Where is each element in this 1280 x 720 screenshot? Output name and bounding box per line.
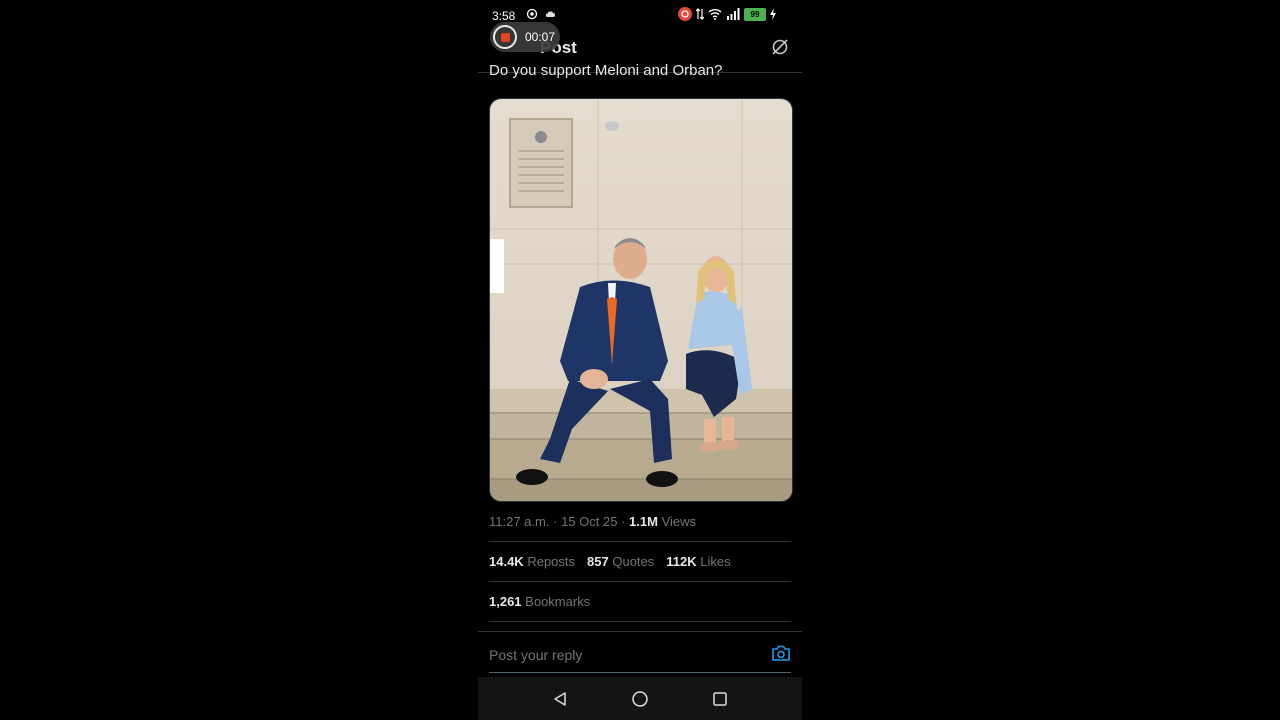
status-icons: 99 [678,7,776,21]
quotes-count: 857 [587,554,609,569]
back-button[interactable] [548,687,572,711]
photo-illustration [490,99,792,501]
signal-icon [727,8,740,20]
post-metadata: 11:27 a.m. · 15 Oct 25 · 1.1M Views [489,514,696,529]
status-time: 3:58 [492,9,516,23]
cloud-icon [545,11,555,17]
post-date: 15 Oct 25 [561,514,618,529]
reposts-label: Reposts [527,554,576,569]
reposts-stat[interactable]: 14.4K Reposts [489,554,575,569]
reply-input[interactable]: Post your reply [489,647,582,663]
system-nav-bar [478,677,802,720]
screen-recorder-pill[interactable]: 00:07 [490,22,560,52]
bookmarks-count: 1,261 [489,594,522,609]
divider [489,541,791,542]
likes-stat[interactable]: 112K Likes [666,554,730,569]
likes-label: Likes [700,554,731,569]
recording-timer: 00:07 [525,30,556,44]
stop-icon [500,32,510,42]
home-button[interactable] [628,687,652,711]
divider [489,621,791,622]
quotes-label: Quotes [612,554,655,569]
wifi-icon [708,9,722,20]
data-transfer-icon [696,8,704,20]
views-count: 1.1M [629,514,658,529]
charging-icon [770,8,776,20]
bookmarks-stat[interactable]: 1,261 Bookmarks [489,594,590,609]
likes-count: 112K [666,554,697,569]
post-image[interactable] [489,98,793,502]
recents-button[interactable] [708,687,732,711]
phone-screen: 3:58 99 Post 00:07 Do you support Meloni… [478,0,802,720]
reposts-count: 14.4K [489,554,524,569]
post-text: Do you support Meloni and Orban? [489,62,723,79]
record-indicator-icon [678,7,692,21]
back-triangle-icon [554,691,566,706]
grok-icon[interactable] [770,37,790,57]
post-time: 11:27 a.m. [489,514,550,529]
screen-capture-icon [526,8,538,20]
meta-separator: · [621,514,626,529]
camera-icon[interactable] [772,645,790,661]
stop-recording-button[interactable] [493,25,517,49]
bookmarks-label: Bookmarks [525,594,591,609]
quotes-stat[interactable]: 857 Quotes [587,554,654,569]
engagement-stats: 14.4K Reposts 857 Quotes 112K Likes [489,554,731,569]
meta-separator: · [553,514,558,529]
reply-composer: Post your reply [478,631,802,674]
recents-square-icon [713,691,727,706]
divider [489,581,791,582]
home-circle-icon [632,690,648,707]
reply-underline [489,672,791,673]
battery-indicator: 99 [744,7,766,21]
views-label: Views [661,514,697,529]
